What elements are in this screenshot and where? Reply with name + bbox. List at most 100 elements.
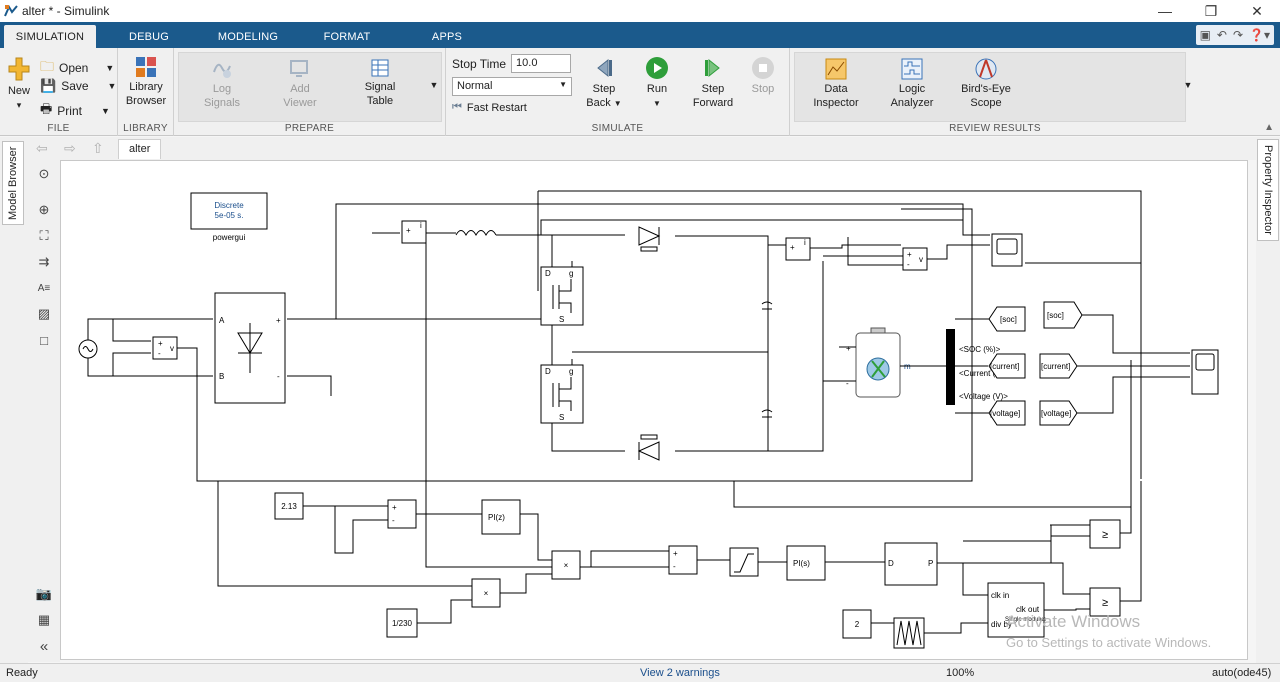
save-button[interactable]: 💾 Save ▼ [40,78,116,94]
product-2-block[interactable]: × [471,578,501,608]
zoom-icon[interactable]: ⊕ [36,202,52,218]
from-soc-block[interactable]: [soc] [1043,301,1083,329]
pi-s-block[interactable]: PI(s) [786,545,826,581]
model-explorer-icon[interactable]: ▦ [36,612,52,628]
undo-icon[interactable]: ↶ [1217,28,1227,42]
forward-arrow-icon[interactable]: ⇨ [64,140,76,157]
goto-voltage-block[interactable]: [voltage] [988,400,1026,426]
hide-show-icon[interactable]: ⊙ [36,166,52,182]
birds-eye-scope-button[interactable]: Bird's-Eye Scope [958,58,1014,110]
logic-analyzer-label-1: Logic [898,83,926,95]
back-arrow-icon[interactable]: ⇦ [36,140,48,157]
step-forward-icon [705,58,720,78]
constant-2-block[interactable]: 2 [842,609,872,639]
diode-top-block[interactable] [625,226,675,252]
from-current-block[interactable]: [current] [1039,353,1078,379]
minimize-button[interactable]: — [1142,0,1188,22]
annotation-icon[interactable]: A≡ [36,280,52,296]
goto-soc-block[interactable]: [soc] [988,306,1026,332]
collapse-panel-icon[interactable]: « [36,638,52,655]
tab-apps[interactable]: APPS [420,25,474,48]
product-1-block[interactable]: × [551,550,581,580]
constant-213-block[interactable]: 2.13 [274,492,304,520]
stop-time-input[interactable]: 10.0 [511,54,572,73]
from-voltage-block[interactable]: [voltage] [1039,400,1078,426]
sum-1-block[interactable]: + - [387,499,417,529]
save-quick-icon[interactable]: ▣ [1200,28,1211,42]
logic-analyzer-label-2: Analyzer [890,97,934,109]
bat-plus: + [846,344,851,353]
new-button[interactable]: New ▾ [4,56,34,112]
view-warnings-link[interactable]: View 2 warnings [640,667,720,679]
compare-1-block[interactable]: ≥ [1089,519,1121,549]
scope-1-block[interactable] [991,233,1023,267]
goto-current-block[interactable]: [current] [988,353,1026,379]
scope-2-block[interactable] [1191,349,1219,395]
bat-minus: - [846,379,849,388]
tab-format[interactable]: FORMAT [316,25,378,48]
image-icon[interactable]: ▨ [36,306,52,322]
current-measurement-block[interactable]: + i [401,220,427,244]
voltage-measurement-2-block[interactable]: + - v [902,247,928,271]
step-forward-button[interactable]: Step Forward [690,56,736,110]
battery-block[interactable]: + - m [846,327,911,398]
logic-analyzer-button[interactable]: Logic Analyzer [886,58,938,110]
mosfet-bottom-block[interactable]: D g S [540,364,584,424]
data-inspector-button[interactable]: Data Inspector [810,58,862,110]
block-diagram[interactable]: Discrete 5e-05 s. powergui + - v A B + -… [61,161,1248,660]
sim-mode-select[interactable]: Normal ▼ [452,77,572,96]
add-label-2: Viewer [283,97,317,109]
mosfet-top-block[interactable]: D g S [540,266,584,326]
review-results-section: Data Inspector Logic Analyzer Bird's-Eye… [790,48,1200,136]
tab-modeling[interactable]: MODELING [210,25,286,48]
printer-icon: 🖶 [40,101,53,116]
current-measurement-2-block[interactable]: + i [785,237,811,261]
tab-simulation[interactable]: SIMULATION [4,25,96,48]
help-icon[interactable]: ❓▾ [1249,28,1270,42]
sum-2-block[interactable]: + - [668,545,698,575]
property-inspector-tab[interactable]: Property Inspector [1257,139,1279,241]
diode-bottom-block[interactable] [637,434,660,461]
ac-source-block[interactable] [78,339,98,359]
print-button[interactable]: 🖶 Print ▼ [40,100,110,122]
tab-debug[interactable]: DEBUG [118,25,180,48]
library-browser-button[interactable]: Library Browser [122,56,170,108]
restore-button[interactable]: ❐ [1188,0,1234,22]
prepare-expand-chevron-icon[interactable]: ▼ [428,78,440,92]
redo-icon[interactable]: ↷ [1233,28,1243,42]
model-canvas[interactable]: Discrete 5e-05 s. powergui + - v A B + -… [60,160,1248,660]
open-button[interactable]: 🗀 Open ▼ [40,56,114,80]
run-button[interactable]: Run ▼ [638,56,676,111]
voltage-measurement-block[interactable]: + - v [152,336,178,360]
constant-1230-block[interactable]: 1/230 [386,608,418,638]
add-viewer-button[interactable]: Add Viewer [278,58,322,110]
rectifier-block[interactable]: A B + - [214,292,286,404]
close-button[interactable]: ✕ [1234,0,1280,22]
arrows-icon[interactable]: ⇉ [36,254,52,270]
up-arrow-icon[interactable]: ⇧ [92,140,104,157]
inductor-block[interactable] [455,230,497,237]
stop-button[interactable]: Stop [746,56,780,96]
fast-restart-button[interactable]: ⏮ Fast Restart [452,101,527,114]
solver-label[interactable]: auto(ode45) [1212,667,1271,679]
dp-block[interactable]: D P [884,542,938,586]
powergui-block[interactable]: Discrete 5e-05 s. powergui [190,192,268,242]
model-browser-tab[interactable]: Model Browser [2,141,24,225]
collapse-ribbon-icon[interactable]: ▲ [1264,122,1274,133]
camera-icon[interactable]: 📷 [36,586,52,602]
sim-mode-field[interactable]: Normal ▼ [452,77,572,96]
capacitor-block[interactable] [761,301,773,418]
log-signals-button[interactable]: Log Signals [200,58,244,110]
library-section-label: LIBRARY [123,123,168,134]
signal-table-button[interactable]: Signal Table [358,58,402,108]
step-back-button[interactable]: Step Back ▼ [584,56,624,111]
review-expand-chevron-icon[interactable]: ▼ [1182,78,1194,92]
saturation-block[interactable] [729,547,759,577]
fit-view-icon[interactable]: ⛶ [36,228,52,244]
log-label-1: Log [212,83,232,95]
breadcrumb[interactable]: alter [118,139,162,159]
pi-z-block[interactable]: PI(z) [481,499,521,535]
sawtooth-block[interactable] [893,617,925,649]
area-icon[interactable]: □ [36,332,52,348]
stop-time-row: Stop Time 10.0 [452,54,572,73]
